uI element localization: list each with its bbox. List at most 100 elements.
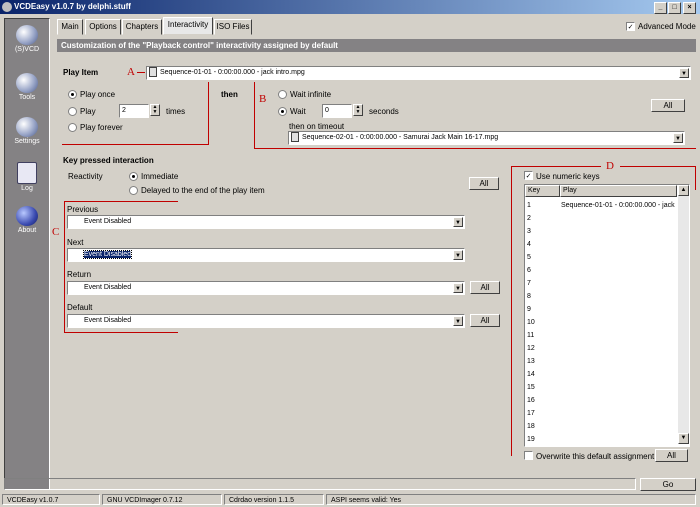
annotation-b: B bbox=[259, 93, 267, 105]
table-row[interactable]: 8 bbox=[525, 290, 677, 303]
advanced-mode-checkbox[interactable]: ✓ bbox=[626, 22, 635, 31]
tab-iso-files[interactable]: ISO Files bbox=[214, 19, 252, 35]
default-select[interactable]: Event Disabled ▼ bbox=[67, 314, 465, 328]
scroll-down-icon[interactable]: ▼ bbox=[678, 433, 689, 444]
table-cell-key: 8 bbox=[527, 293, 531, 300]
table-cell-play: Sequence-01-01 - 0:00:00.000 - jack bbox=[561, 202, 675, 209]
numeric-keys-table[interactable]: Key Play ▲ ▼ 1 Sequence-01-01 - 0:00:00.0… bbox=[524, 184, 690, 447]
then-label: then bbox=[221, 90, 238, 99]
sidebar-item-settings[interactable]: Settings bbox=[5, 117, 49, 145]
sidebar-item-log[interactable]: Log bbox=[5, 162, 49, 192]
disc-icon bbox=[16, 25, 38, 45]
scroll-up-icon[interactable]: ▲ bbox=[678, 185, 689, 196]
play-times-input[interactable]: 2 bbox=[119, 104, 149, 118]
overwrite-label: Overwrite this default assignment bbox=[536, 452, 655, 461]
table-row[interactable]: 11 bbox=[525, 329, 677, 342]
tab-main[interactable]: Main bbox=[57, 19, 83, 35]
sidebar-item-about[interactable]: About bbox=[5, 206, 49, 234]
previous-select[interactable]: Event Disabled ▼ bbox=[67, 215, 465, 229]
table-row[interactable]: 1 Sequence-01-01 - 0:00:00.000 - jack bbox=[525, 199, 677, 212]
chevron-down-icon: ▼ bbox=[673, 133, 683, 143]
table-scrollbar[interactable]: ▲ ▼ bbox=[678, 185, 689, 444]
overwrite-checkbox[interactable] bbox=[524, 451, 533, 460]
sidebar-item-tools[interactable]: Tools bbox=[5, 73, 49, 101]
minimize-button[interactable]: _ bbox=[654, 2, 667, 14]
maximize-button[interactable]: □ bbox=[668, 2, 681, 14]
table-row[interactable]: 17 bbox=[525, 407, 677, 420]
sidebar-item-svcd[interactable]: (S)VCD bbox=[5, 25, 49, 53]
default-all-button[interactable]: All bbox=[470, 314, 500, 327]
play-once-radio[interactable] bbox=[68, 90, 77, 99]
table-row[interactable]: 3 bbox=[525, 225, 677, 238]
numeric-keys-all-button[interactable]: All bbox=[655, 449, 688, 462]
section-header-text: Customization of the "Playback control" … bbox=[61, 41, 338, 50]
close-button[interactable]: × bbox=[683, 2, 696, 14]
annotation-line bbox=[208, 82, 209, 144]
default-value: Event Disabled bbox=[84, 317, 132, 324]
status-bar: VCDEasy v1.0.7 GNU VCDImager 0.7.12 Cdrd… bbox=[0, 493, 700, 507]
sidebar-item-label: (S)VCD bbox=[14, 46, 40, 53]
table-row[interactable]: 10 bbox=[525, 316, 677, 329]
table-row[interactable]: 13 bbox=[525, 355, 677, 368]
wait-radio[interactable] bbox=[278, 107, 287, 116]
play-forever-radio[interactable] bbox=[68, 123, 77, 132]
table-row[interactable]: 7 bbox=[525, 277, 677, 290]
sidebar-item-label: Tools bbox=[18, 94, 36, 101]
status-version: VCDEasy v1.0.7 bbox=[2, 494, 100, 505]
play-item-label: Play Item bbox=[63, 68, 99, 77]
table-row[interactable]: 4 bbox=[525, 238, 677, 251]
play-radio[interactable] bbox=[68, 107, 77, 116]
table-row[interactable]: 5 bbox=[525, 251, 677, 264]
wait-seconds-input[interactable]: 0 bbox=[322, 104, 352, 118]
table-row[interactable]: 14 bbox=[525, 368, 677, 381]
annotation-line bbox=[64, 201, 65, 333]
return-label: Return bbox=[67, 270, 92, 279]
annotation-c: C bbox=[52, 226, 60, 238]
numeric-keys-checkbox[interactable]: ✓ bbox=[524, 171, 533, 180]
table-cell-key: 6 bbox=[527, 267, 531, 274]
app-icon bbox=[2, 2, 12, 12]
return-select[interactable]: Event Disabled ▼ bbox=[67, 281, 465, 295]
table-row[interactable]: 15 bbox=[525, 381, 677, 394]
tab-interactivity[interactable]: Interactivity bbox=[163, 17, 213, 35]
title-bar: VCDEasy v1.0.7 by delphi.stuff _ □ × bbox=[0, 0, 700, 14]
table-row[interactable]: 2 bbox=[525, 212, 677, 225]
next-select[interactable]: Event Disabled ▼ bbox=[67, 248, 465, 262]
column-header-play[interactable]: Play bbox=[560, 185, 677, 197]
timeout-select[interactable]: Sequence-02-01 - 0:00:00.000 - Samurai J… bbox=[288, 131, 685, 145]
wait-seconds-spinner[interactable]: ▲ ▼ bbox=[353, 104, 363, 116]
wait-infinite-radio[interactable] bbox=[278, 90, 287, 99]
column-header-key[interactable]: Key bbox=[525, 185, 560, 197]
table-row[interactable]: 19 bbox=[525, 433, 677, 446]
tab-options[interactable]: Options bbox=[85, 19, 121, 35]
status-aspi: ASPI seems valid: Yes bbox=[326, 494, 696, 505]
table-cell-key: 1 bbox=[527, 202, 531, 209]
table-row[interactable]: 6 bbox=[525, 264, 677, 277]
return-all-button[interactable]: All bbox=[470, 281, 500, 294]
info-icon bbox=[16, 206, 38, 226]
table-row[interactable]: 16 bbox=[525, 394, 677, 407]
reactivity-all-button[interactable]: All bbox=[469, 177, 499, 190]
go-button[interactable]: Go bbox=[640, 478, 696, 491]
immediate-radio[interactable] bbox=[129, 172, 138, 181]
table-cell-key: 4 bbox=[527, 241, 531, 248]
play-item-select[interactable]: Sequence-01-01 - 0:00:00.000 - jack intr… bbox=[146, 66, 691, 80]
play-once-label: Play once bbox=[80, 90, 116, 99]
section-header: Customization of the "Playback control" … bbox=[57, 39, 696, 52]
play-item-all-button[interactable]: All bbox=[651, 99, 685, 112]
return-value: Event Disabled bbox=[84, 284, 132, 291]
table-row[interactable]: 18 bbox=[525, 420, 677, 433]
wait-label: Wait bbox=[290, 107, 306, 116]
chevron-down-icon: ▼ bbox=[679, 68, 689, 78]
table-row[interactable]: 12 bbox=[525, 342, 677, 355]
sidebar-item-label: Settings bbox=[14, 138, 40, 145]
sidebar-item-label: Log bbox=[21, 185, 33, 192]
table-row[interactable]: 9 bbox=[525, 303, 677, 316]
tab-chapters[interactable]: Chapters bbox=[122, 19, 162, 35]
times-label: times bbox=[166, 107, 186, 116]
annotation-a: A bbox=[127, 66, 135, 78]
delayed-radio[interactable] bbox=[129, 186, 138, 195]
annotation-line bbox=[64, 201, 178, 202]
play-times-spinner[interactable]: ▲ ▼ bbox=[150, 104, 160, 116]
annotation-line bbox=[511, 166, 512, 456]
